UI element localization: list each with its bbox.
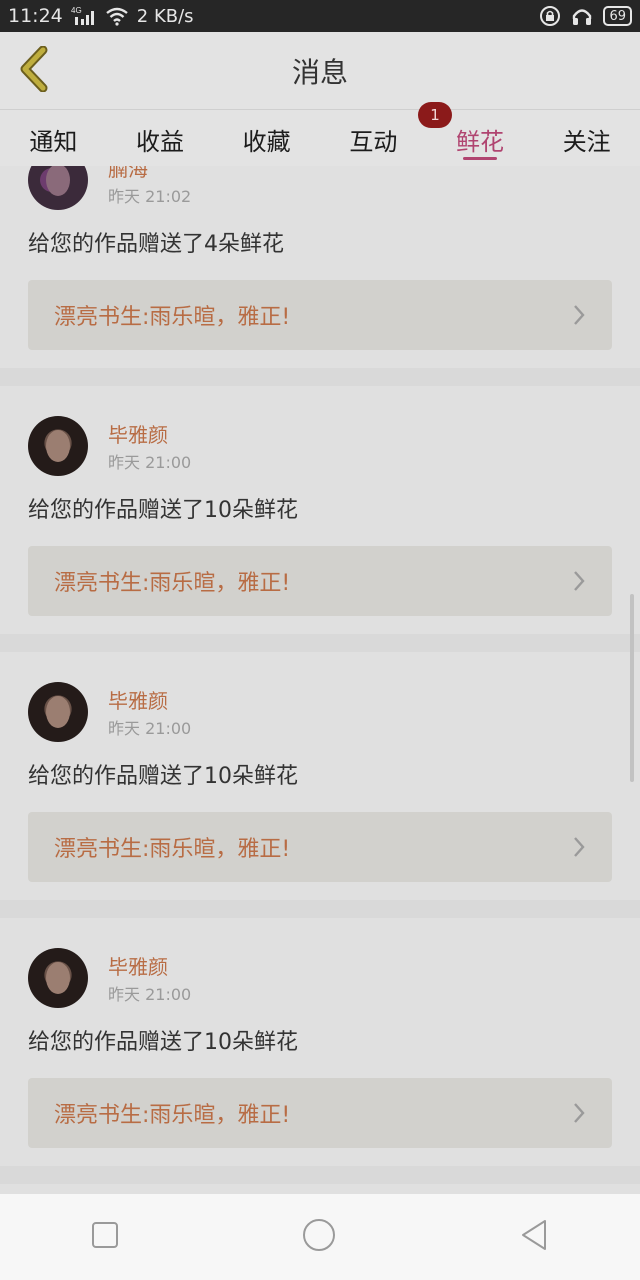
tab-favorites[interactable]: 收藏: [213, 110, 320, 166]
list-item: 毕雅颜 昨天 21:00 给您的作品赠送了10朵鲜花 漂亮书生:雨乐暄，雅正!: [0, 918, 640, 1166]
work-title: 漂亮书生:雨乐暄，雅正!: [54, 1103, 291, 1128]
system-nav-bar: [0, 1194, 640, 1280]
tab-interaction[interactable]: 互动 1: [320, 102, 453, 166]
chevron-right-icon: [572, 836, 586, 864]
work-title: 漂亮书生:雨乐暄，雅正!: [54, 837, 291, 862]
tab-label: 收益: [136, 128, 184, 156]
tab-label: 互动: [349, 128, 398, 156]
network-type: 4G: [71, 6, 82, 15]
work-title: 漂亮书生:雨乐暄，雅正!: [54, 571, 291, 596]
home-icon[interactable]: [302, 1218, 336, 1256]
back-chevron-icon: [17, 45, 51, 96]
battery-level: 69: [609, 8, 626, 24]
sender-name[interactable]: 毕雅颜: [108, 951, 191, 979]
back-icon[interactable]: [519, 1219, 549, 1255]
scrollbar[interactable]: [630, 594, 634, 782]
avatar[interactable]: [28, 166, 88, 210]
app-header: 消息: [0, 32, 640, 110]
work-link[interactable]: 漂亮书生:雨乐暄，雅正!: [28, 546, 612, 616]
avatar[interactable]: [28, 416, 88, 476]
work-title: 漂亮书生:雨乐暄，雅正!: [54, 305, 291, 330]
timestamp: 昨天 21:00: [108, 719, 192, 738]
gift-message: 给您的作品赠送了10朵鲜花: [28, 498, 298, 523]
flower-message-list[interactable]: 腩海 昨天 21:02 给您的作品赠送了4朵鲜花 漂亮书生:雨乐暄，雅正! 毕雅…: [0, 166, 640, 1194]
page-title: 消息: [291, 55, 348, 89]
wifi-icon: [105, 6, 129, 26]
gift-message: 给您的作品赠送了10朵鲜花: [28, 764, 298, 789]
list-item: 腩海 昨天 21:02 给您的作品赠送了4朵鲜花 漂亮书生:雨乐暄，雅正!: [0, 166, 640, 368]
chevron-right-icon: [572, 304, 586, 332]
tab-earnings[interactable]: 收益: [107, 110, 214, 166]
timestamp: 昨天 21:00: [108, 453, 192, 472]
status-time: 11:24: [8, 5, 63, 27]
avatar[interactable]: [28, 948, 88, 1008]
list-item: 毕雅颜 昨天 21:00 给您的作品赠送了10朵鲜花 漂亮书生:雨乐暄，雅正!: [0, 386, 640, 634]
lock-rotation-icon: [539, 5, 561, 27]
work-link[interactable]: 漂亮书生:雨乐暄，雅正!: [28, 812, 612, 882]
gift-message: 给您的作品赠送了4朵鲜花: [28, 232, 284, 257]
sender-name[interactable]: 毕雅颜: [108, 419, 191, 447]
back-button[interactable]: [12, 45, 56, 96]
work-link[interactable]: 漂亮书生:雨乐暄，雅正!: [28, 280, 612, 350]
headphones-icon: [571, 5, 593, 27]
tab-bar: 通知 收益 收藏 互动 1 鲜花 关注: [0, 102, 640, 166]
tab-label: 通知: [29, 128, 78, 156]
sender-name[interactable]: 毕雅颜: [108, 685, 191, 713]
tab-following[interactable]: 关注: [533, 110, 640, 166]
tab-label: 收藏: [242, 128, 291, 156]
recents-icon[interactable]: [91, 1221, 119, 1253]
network-speed: 2 KB/s: [136, 5, 194, 27]
avatar[interactable]: [28, 682, 88, 742]
active-tab-indicator: [463, 157, 498, 160]
timestamp: 昨天 21:00: [108, 985, 192, 1004]
gift-message: 给您的作品赠送了10朵鲜花: [28, 1030, 298, 1055]
battery-icon: 69: [603, 6, 632, 26]
chevron-right-icon: [572, 570, 586, 598]
timestamp: 昨天 21:02: [108, 187, 192, 206]
tab-label: 关注: [562, 128, 611, 156]
list-item: 毕雅颜 昨天 21:00 给您的作品赠送了10朵鲜花 漂亮书生:雨乐暄，雅正!: [0, 652, 640, 900]
tab-notifications[interactable]: 通知: [0, 110, 107, 166]
chevron-right-icon: [572, 1102, 586, 1130]
work-link[interactable]: 漂亮书生:雨乐暄，雅正!: [28, 1078, 612, 1148]
signal-icon: 4G: [71, 5, 97, 27]
list-item-partial: [0, 1184, 640, 1194]
tab-label: 鲜花: [456, 128, 505, 156]
tab-flowers[interactable]: 鲜花: [427, 110, 534, 166]
status-bar: 11:24 4G 2 KB/s 69: [0, 0, 640, 32]
sender-name[interactable]: 腩海: [108, 166, 191, 181]
